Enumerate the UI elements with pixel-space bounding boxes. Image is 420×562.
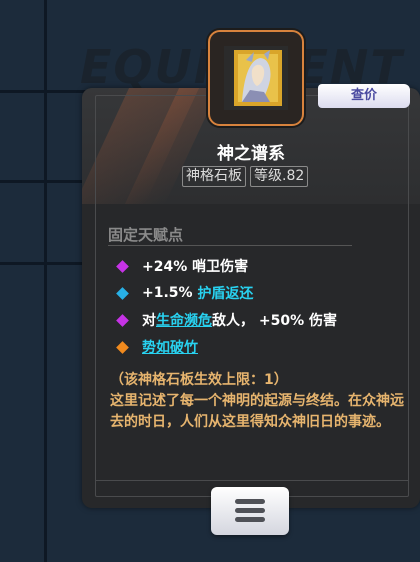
stat-row: +24% 哨卫伤害 [116, 256, 249, 276]
stat-text: 对 [142, 313, 156, 329]
stat-text: +1.5% [142, 285, 198, 301]
stat-row: 对 生命濒危 敌人， +50% 伤害 [116, 310, 337, 330]
bottom-divider [96, 480, 408, 481]
item-icon-frame [208, 30, 304, 126]
lore-text: 这里记述了每一个神明的起源与终结。在众神远去的时日，人们从这里得知众神旧日的事迹… [110, 393, 404, 430]
orange-diamond-icon [116, 340, 129, 354]
item-description: （该神格石板生效上限：1） 这里记述了每一个神明的起源与终结。在众神远去的时日，… [110, 370, 406, 433]
momentum-keyword-link[interactable]: 势如破竹 [142, 337, 198, 357]
stat-text: +24% 哨卫伤害 [142, 259, 249, 275]
price-check-button[interactable]: 查价 [318, 84, 410, 108]
effect-limit-text: （该神格石板生效上限：1） [110, 372, 288, 388]
stat-text: 敌人， +50% 伤害 [212, 313, 337, 329]
menu-button[interactable] [211, 487, 289, 535]
cyan-diamond-icon [116, 286, 129, 300]
fixed-talent-heading: 固定天赋点 [108, 226, 184, 244]
stat-row: 势如破竹 [116, 337, 198, 357]
near-death-keyword-link[interactable]: 生命濒危 [156, 310, 212, 330]
shield-return-keyword: 护盾返还 [197, 286, 254, 302]
item-tags: 神格石板 等级.82 [182, 166, 309, 187]
item-name: 神之谱系 [217, 144, 285, 164]
hamburger-menu-icon [235, 499, 265, 504]
bg-grid-line [0, 180, 90, 183]
bg-grid-line [44, 0, 47, 562]
purple-diamond-icon [116, 313, 129, 327]
stat-row: +1.5% 护盾返还 [116, 283, 254, 303]
purple-diamond-icon [116, 259, 129, 273]
item-type-tag: 神格石板 [182, 166, 246, 187]
item-level-tag: 等级.82 [250, 166, 309, 187]
deity-portrait-icon [224, 46, 288, 110]
bg-grid-line [0, 90, 90, 93]
bg-grid-line [0, 262, 90, 265]
section-divider [108, 245, 352, 246]
